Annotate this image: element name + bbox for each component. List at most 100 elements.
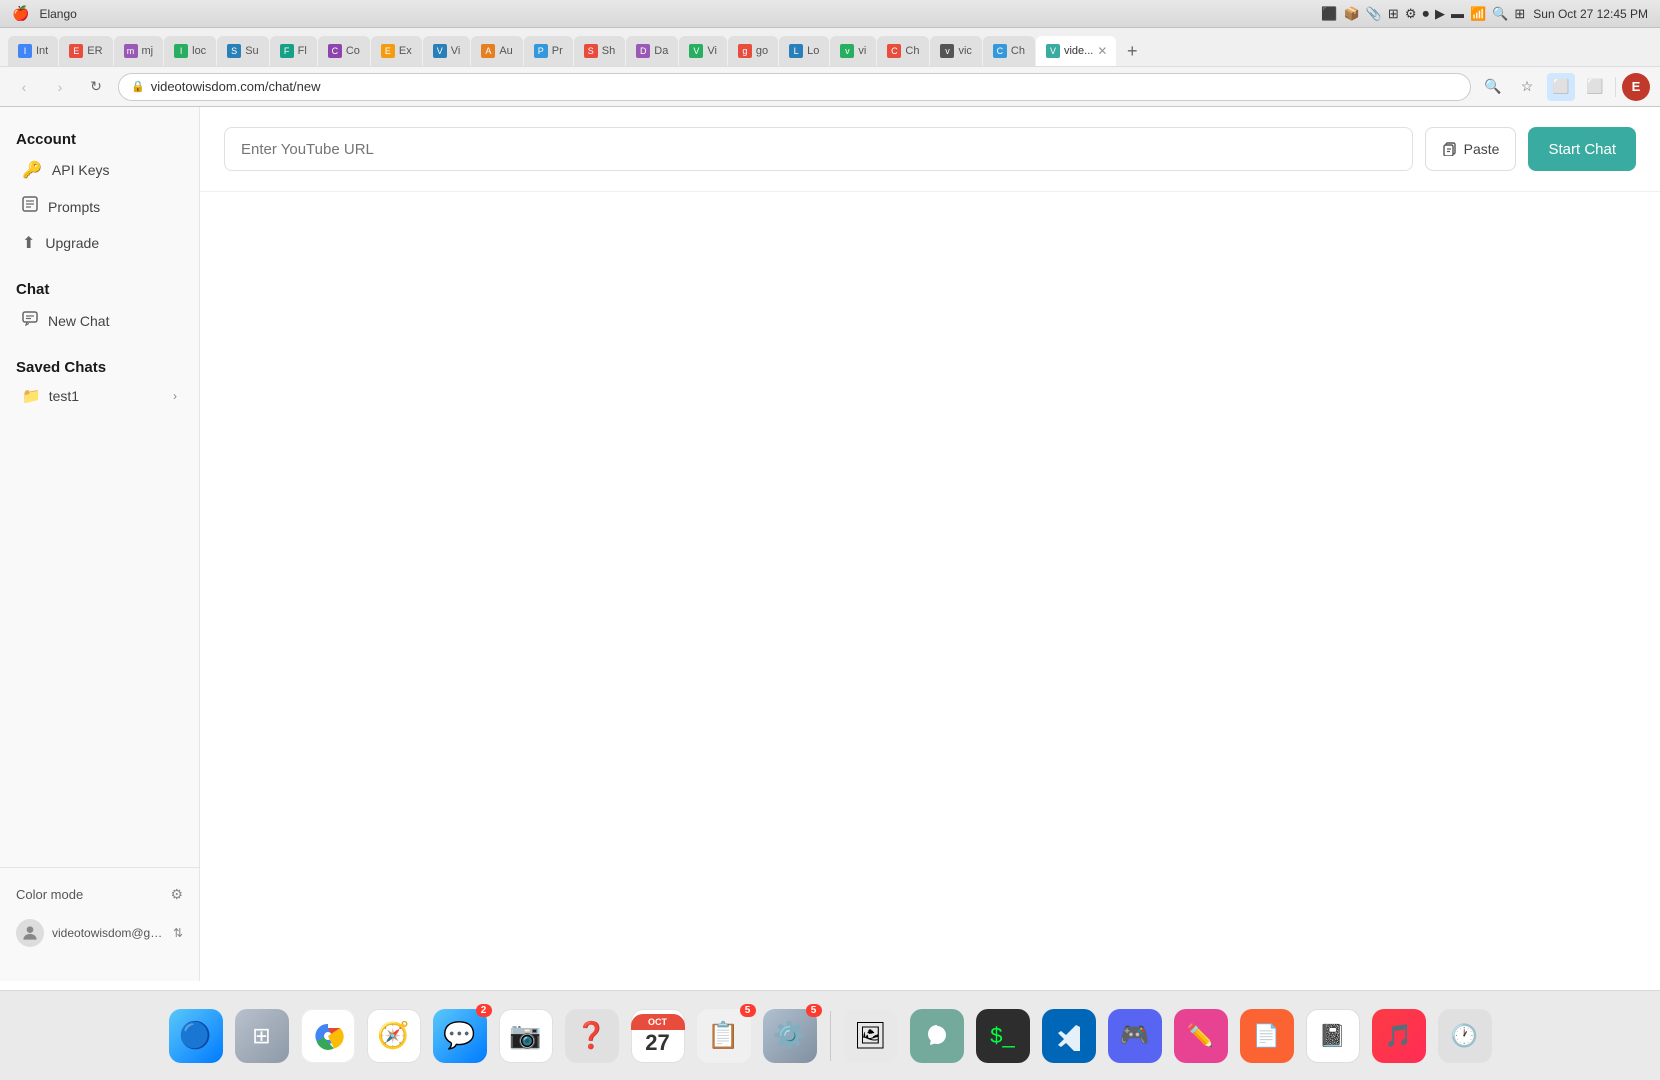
tab-lo[interactable]: L Lo: [779, 36, 829, 66]
tab-au[interactable]: A Au: [471, 36, 522, 66]
tab-label: Fl: [298, 45, 307, 57]
system-tray: ⬛ 📦 📎 ⊞ ⚙ ⏺ ▶ ▬ 📶 🔍 ⊞: [1321, 6, 1525, 22]
tab-pr[interactable]: P Pr: [524, 36, 573, 66]
play-icon[interactable]: ▶: [1435, 6, 1445, 22]
tab-favicon: I: [18, 44, 32, 58]
tab-label: ER: [87, 45, 102, 57]
side-panel-button[interactable]: ⬜: [1581, 73, 1609, 101]
tab-favicon: C: [328, 44, 342, 58]
dock-clock[interactable]: 🕐: [1435, 1006, 1495, 1066]
content-area: [200, 192, 1660, 981]
tab-er[interactable]: E ER: [59, 36, 112, 66]
gear-icon[interactable]: ⚙: [170, 886, 183, 903]
dock-help[interactable]: ❓: [562, 1006, 622, 1066]
active-tab-favicon: V: [1046, 44, 1060, 58]
dock-pages[interactable]: 📄: [1237, 1006, 1297, 1066]
tab-vi2[interactable]: V Vi: [679, 36, 727, 66]
tab-label: vic: [958, 45, 971, 57]
pages-icon: 📄: [1240, 1009, 1294, 1063]
folder-icon: 📁: [22, 387, 41, 405]
extension-puzzle-button[interactable]: ⬜: [1547, 73, 1575, 101]
tab-da[interactable]: D Da: [626, 36, 678, 66]
dock-settings2[interactable]: ⚙️ 5: [760, 1006, 820, 1066]
paste-button[interactable]: Paste: [1425, 127, 1517, 171]
tab-ch[interactable]: C Ch: [877, 36, 929, 66]
tab-label: go: [756, 45, 768, 57]
tab-go[interactable]: g go: [728, 36, 778, 66]
forward-button[interactable]: ›: [46, 73, 74, 101]
saved-chats-section-title: Saved Chats: [0, 351, 199, 380]
dock-launchpad[interactable]: ⊞: [232, 1006, 292, 1066]
user-row[interactable]: videotowisdom@gmail... ⇅: [16, 911, 183, 955]
search-icon[interactable]: 🔍: [1492, 6, 1508, 22]
datetime: Sun Oct 27 12:45 PM: [1533, 7, 1648, 21]
dock-finder[interactable]: 🔵: [166, 1006, 226, 1066]
vscode-icon: [1042, 1009, 1096, 1063]
tab-sh[interactable]: S Sh: [574, 36, 625, 66]
tab-mj[interactable]: m mj: [114, 36, 164, 66]
notion-icon: 📓: [1306, 1009, 1360, 1063]
dock-calendar[interactable]: OCT 27: [628, 1006, 688, 1066]
screen-record-icon[interactable]: ⬛: [1321, 6, 1337, 22]
tab-co[interactable]: C Co: [318, 36, 370, 66]
tab-ex[interactable]: E Ex: [371, 36, 422, 66]
wifi-icon[interactable]: 📶: [1470, 6, 1486, 22]
tab-su[interactable]: S Su: [217, 36, 268, 66]
dock-affinity[interactable]: ✏️: [1171, 1006, 1231, 1066]
youtube-url-input[interactable]: [224, 127, 1413, 171]
reminders-badge: 5: [740, 1004, 756, 1017]
sidebar-item-api-keys[interactable]: 🔑 API Keys: [6, 152, 193, 188]
record-icon[interactable]: ⏺: [1422, 6, 1429, 22]
tab-label: Lo: [807, 45, 819, 57]
tab-ch2[interactable]: C Ch: [983, 36, 1035, 66]
tab-vic[interactable]: v vic: [930, 36, 981, 66]
tab-close-icon[interactable]: ✕: [1097, 44, 1107, 58]
apps-icon[interactable]: ⊞: [1388, 6, 1399, 22]
dock-safari[interactable]: 🧭: [364, 1006, 424, 1066]
back-button[interactable]: ‹: [10, 73, 38, 101]
address-bar[interactable]: 🔒 videotowisdom.com/chat/new: [118, 73, 1471, 101]
dock-music[interactable]: 🎵: [1369, 1006, 1429, 1066]
saved-chat-label: test1: [49, 388, 79, 404]
tab-fl[interactable]: F Fl: [270, 36, 317, 66]
sidebar-item-new-chat[interactable]: New Chat: [6, 302, 193, 339]
tab-loc[interactable]: l loc: [164, 36, 216, 66]
dropbox-icon[interactable]: 📦: [1344, 6, 1360, 22]
new-tab-button[interactable]: +: [1117, 36, 1149, 66]
sidebar-item-upgrade[interactable]: ⬆ Upgrade: [6, 225, 193, 261]
dock-terminal[interactable]: $_: [973, 1006, 1033, 1066]
dock-chatgpt[interactable]: [907, 1006, 967, 1066]
dock-photos[interactable]: 📷: [496, 1006, 556, 1066]
start-chat-button[interactable]: Start Chat: [1528, 127, 1636, 171]
dock-vscode[interactable]: [1039, 1006, 1099, 1066]
tab-vi3[interactable]: v vi: [830, 36, 876, 66]
tab-active-videotowisdom[interactable]: V vide... ✕: [1036, 36, 1116, 66]
zoom-button[interactable]: 🔍: [1479, 73, 1507, 101]
dock-preview[interactable]: 🖼: [841, 1006, 901, 1066]
saved-chat-test1[interactable]: 📁 test1 ›: [6, 380, 193, 412]
tab-int[interactable]: I Int: [8, 36, 58, 66]
browser-profile-button[interactable]: E: [1622, 73, 1650, 101]
tab-label: loc: [192, 45, 206, 57]
dock-chrome[interactable]: [298, 1006, 358, 1066]
dock-notion[interactable]: 📓: [1303, 1006, 1363, 1066]
sidebar-item-prompts[interactable]: Prompts: [6, 188, 193, 225]
dock-discord[interactable]: 🎮: [1105, 1006, 1165, 1066]
bookmark-star-button[interactable]: ☆: [1513, 73, 1541, 101]
dock-reminders[interactable]: 📋 5: [694, 1006, 754, 1066]
control-center-icon[interactable]: ⊞: [1514, 6, 1525, 22]
tab-vi[interactable]: V Vi: [423, 36, 471, 66]
refresh-button[interactable]: ↻: [82, 73, 110, 101]
messages-icon: 💬: [433, 1009, 487, 1063]
settings-icon[interactable]: ⚙: [1405, 6, 1417, 22]
clipboard-icon: [1442, 140, 1458, 159]
dock-messages[interactable]: 💬 2: [430, 1006, 490, 1066]
tab-favicon: S: [227, 44, 241, 58]
new-chat-icon: [22, 310, 38, 331]
user-avatar: [16, 919, 44, 947]
toolbar-divider: [1615, 77, 1616, 97]
apple-menu-icon[interactable]: 🍎: [12, 5, 29, 22]
paperclip-icon[interactable]: 📎: [1366, 6, 1382, 22]
main-content: Paste Start Chat: [200, 107, 1660, 981]
tab-label: Ch: [1011, 45, 1025, 57]
